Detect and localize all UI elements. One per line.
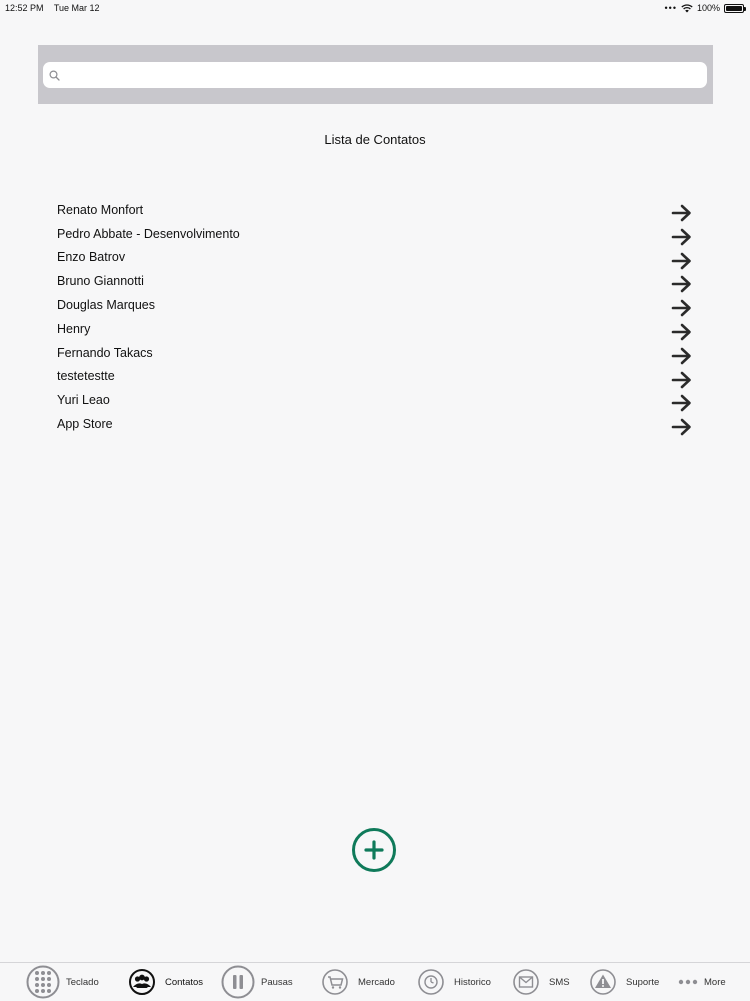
contacts-icon: [125, 965, 159, 999]
contact-name: Yuri Leao: [57, 393, 110, 408]
contact-row[interactable]: Enzo Batrov: [57, 246, 697, 270]
contact-row[interactable]: testetestte: [57, 365, 697, 389]
tab-label: Contatos: [165, 976, 204, 988]
arrow-right-icon[interactable]: [671, 274, 693, 294]
contact-name: Pedro Abbate - Desenvolvimento: [57, 226, 240, 241]
contact-name: Renato Monfort: [57, 202, 144, 217]
arrow-right-icon[interactable]: [671, 370, 693, 390]
contact-row[interactable]: Pedro Abbate - Desenvolvimento: [57, 222, 697, 246]
mail-icon: [509, 965, 543, 999]
contact-name: Bruno Giannotti: [57, 274, 144, 289]
tab-label: More: [704, 976, 726, 988]
contact-name: Enzo Batrov: [57, 250, 126, 265]
arrow-right-icon[interactable]: [671, 346, 693, 366]
contact-row[interactable]: App Store: [57, 412, 697, 436]
arrow-right-icon[interactable]: [671, 298, 693, 318]
arrow-right-icon[interactable]: [671, 322, 693, 342]
contact-name: App Store: [57, 417, 113, 432]
tab-mercado[interactable]: Mercado: [318, 963, 395, 1001]
plus-icon: [364, 840, 384, 860]
contact-row[interactable]: Fernando Takacs: [57, 341, 697, 365]
tab-label: Suporte: [626, 976, 660, 988]
status-time: 12:52 PM: [5, 3, 44, 13]
tab-label: SMS: [549, 976, 570, 988]
arrow-right-icon[interactable]: [671, 251, 693, 271]
cart-icon: [318, 965, 352, 999]
tab-teclado[interactable]: Teclado: [26, 963, 99, 1001]
tab-label: Teclado: [66, 976, 99, 988]
tab-label: Historico: [454, 976, 491, 988]
page-title: Lista de Contatos: [324, 132, 426, 147]
arrow-right-icon[interactable]: [671, 393, 693, 413]
tab-label: Pausas: [261, 976, 293, 988]
signal-dots-icon: •••: [664, 3, 677, 13]
arrow-right-icon[interactable]: [671, 203, 693, 223]
status-right: ••• 100%: [664, 3, 746, 13]
battery-percent: 100%: [696, 3, 720, 13]
warning-icon: [586, 965, 620, 999]
contact-row[interactable]: Yuri Leao: [57, 388, 697, 412]
tab-contatos[interactable]: Contatos: [125, 963, 203, 1001]
tab-sms[interactable]: SMS: [509, 963, 570, 1001]
arrow-right-icon[interactable]: [671, 227, 693, 247]
search-field[interactable]: [43, 62, 707, 88]
keypad-icon: [26, 965, 60, 999]
status-left: 12:52 PM Tue Mar 12: [5, 3, 108, 13]
add-contact-button[interactable]: [352, 828, 396, 872]
tab-historico[interactable]: Historico: [414, 963, 491, 1001]
status-bar: 12:52 PM Tue Mar 12 ••• 100%: [0, 0, 750, 16]
contact-row[interactable]: Douglas Marques: [57, 293, 697, 317]
contact-name: Douglas Marques: [57, 298, 155, 313]
pause-icon: [221, 965, 255, 999]
history-icon: [414, 965, 448, 999]
tab-suporte[interactable]: Suporte: [586, 963, 659, 1001]
more-icon: [678, 965, 698, 999]
contact-row[interactable]: Henry: [57, 317, 697, 341]
tab-pausas[interactable]: Pausas: [221, 963, 293, 1001]
battery-fill: [726, 5, 742, 11]
battery-icon: [724, 3, 746, 13]
contact-name: Henry: [57, 321, 91, 336]
contact-row[interactable]: Renato Monfort: [57, 198, 697, 222]
search-bar: [38, 45, 713, 104]
arrow-right-icon[interactable]: [671, 417, 693, 437]
search-input[interactable]: [64, 67, 684, 83]
wifi-icon: [681, 3, 693, 12]
status-date: Tue Mar 12: [53, 3, 100, 13]
tab-label: Mercado: [358, 976, 395, 988]
tab-more[interactable]: More: [678, 963, 726, 1001]
contact-row[interactable]: Bruno Giannotti: [57, 269, 697, 293]
contact-name: Fernando Takacs: [57, 345, 153, 360]
contact-name: testetestte: [57, 369, 115, 384]
contact-list: Renato Monfort Pedro Abbate - Desenvolvim…: [57, 198, 697, 436]
tab-bar: Teclado Contatos Pausas Mercado Historico SMS…: [0, 962, 750, 1000]
search-icon: [49, 69, 60, 81]
